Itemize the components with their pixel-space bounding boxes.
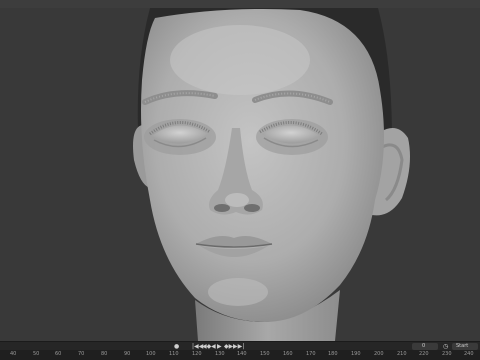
start-frame-field[interactable]: Start	[452, 343, 478, 350]
tick-label: 120	[192, 351, 202, 357]
jump-end-icon[interactable]: ▶▶|	[233, 343, 244, 350]
play-icon[interactable]: ▶	[217, 343, 222, 350]
tick-label: 130	[215, 351, 225, 357]
tick-label: 230	[442, 351, 452, 357]
tick-label: 100	[146, 351, 156, 357]
tick-label: 80	[101, 351, 108, 357]
tick-label: 210	[397, 351, 407, 357]
tick-label: 180	[328, 351, 338, 357]
tick-label: 240	[464, 351, 474, 357]
tick-label: 140	[237, 351, 247, 357]
tick-label: 160	[283, 351, 293, 357]
3d-viewport[interactable]	[0, 0, 480, 341]
tick-label: 50	[33, 351, 40, 357]
head-sculpt-render	[133, 8, 410, 341]
tick-label: 40	[10, 351, 17, 357]
tick-label: 150	[260, 351, 270, 357]
tick-label: 110	[169, 351, 179, 357]
tick-label: 70	[78, 351, 85, 357]
play-reverse-icon[interactable]: ◀	[211, 343, 216, 350]
tick-label: 60	[55, 351, 62, 357]
current-frame-value: 0	[422, 343, 426, 349]
tick-label: 90	[124, 351, 131, 357]
next-keyframe-icon[interactable]: ◆▶	[224, 343, 233, 350]
tick-label: 190	[351, 351, 361, 357]
prev-keyframe-icon[interactable]: ◀◆	[202, 343, 211, 350]
start-frame-label: Start	[456, 343, 469, 349]
tick-label: 200	[374, 351, 384, 357]
current-frame-field[interactable]: 0	[412, 343, 438, 350]
tick-label: 220	[419, 351, 429, 357]
keyframe-dot-icon[interactable]: ●	[174, 343, 179, 350]
timeline-ruler[interactable]: 40 50 60 70 80 90 100 110 120 130 140 15…	[0, 350, 480, 360]
clock-icon[interactable]: ◷	[443, 343, 448, 350]
tick-label: 170	[306, 351, 316, 357]
